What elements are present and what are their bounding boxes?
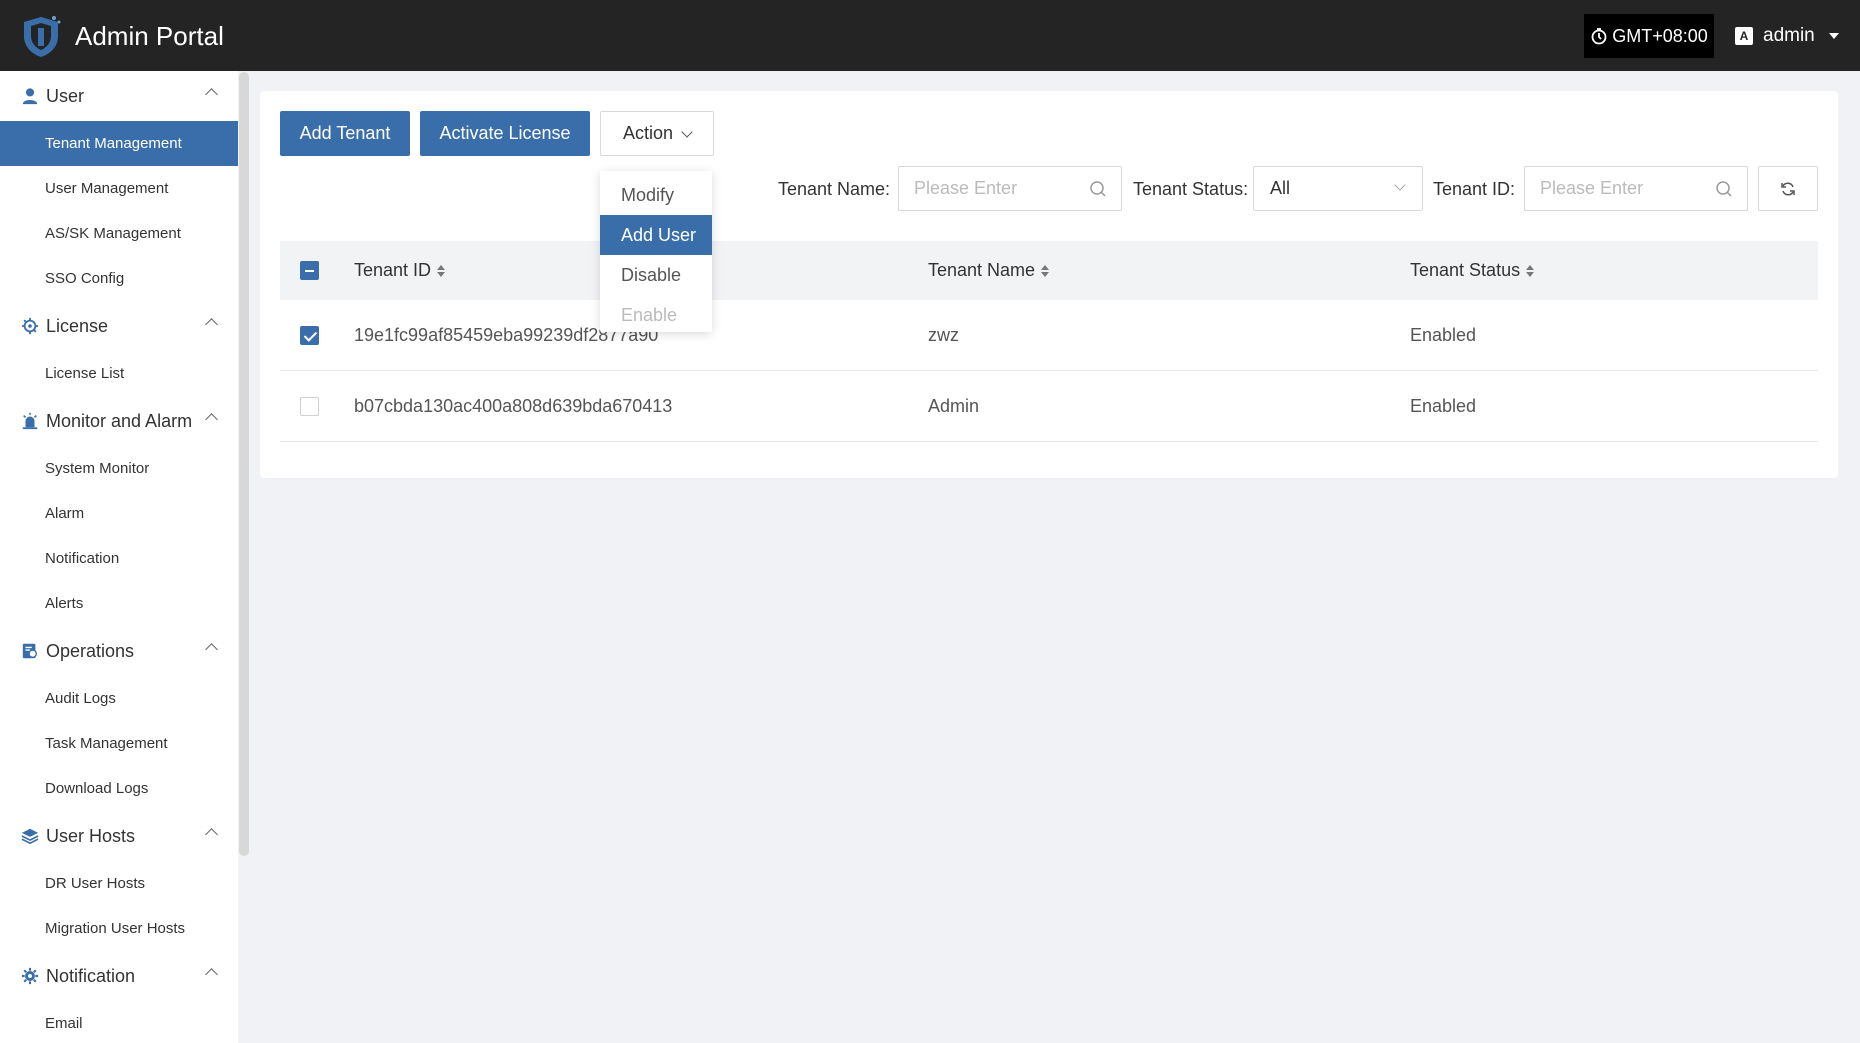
table-row[interactable]: b07cbda130ac400a808d639bda670413 Admin E… (280, 371, 1818, 442)
timezone-label: GMT+08:00 (1612, 25, 1708, 46)
tenant-id-placeholder: Please Enter (1540, 178, 1644, 198)
tenant-name-cell: zwz (928, 324, 959, 345)
refresh-icon (1781, 181, 1795, 196)
tenant-status-label: Tenant Status: (1133, 179, 1249, 199)
action-label: Action (622, 123, 674, 143)
row-checkbox[interactable] (300, 396, 319, 416)
table-row[interactable]: 19e1fc99af85459eba99239df2877a90 zwz Ena… (280, 300, 1818, 371)
sidebar-item-task-management[interactable]: Task Management (0, 721, 238, 766)
gear-icon (20, 966, 40, 986)
tenant-name-label: Tenant Name: (778, 179, 891, 199)
sidebar-item-alarm[interactable]: Alarm (0, 491, 238, 536)
chevron-up-icon[interactable] (205, 828, 218, 841)
tenant-status-select[interactable]: All (1253, 166, 1423, 211)
sidebar-group-monitor-and-alarm[interactable]: Monitor and Alarm (0, 396, 238, 446)
table-header: Tenant ID Tenant Name Tenant Status (280, 241, 1818, 300)
column-label: Tenant Status (1410, 260, 1521, 280)
sidebar-group-label: Monitor and Alarm (46, 410, 193, 431)
sidebar-item-sso-config[interactable]: SSO Config (0, 256, 238, 301)
top-header: Admin Portal GMT+08:00 A admin (0, 0, 1860, 71)
sidebar-group-user-hosts[interactable]: User Hosts (0, 811, 238, 861)
tenant-name-cell: Admin (928, 395, 980, 416)
column-tenant-status[interactable]: Tenant Status (1410, 241, 1535, 300)
refresh-button[interactable] (1758, 166, 1818, 211)
action-menu: Modify Add User Disable Enable (600, 171, 712, 332)
sidebar-group-label: User (46, 85, 85, 106)
sidebar-item-audit-logs[interactable]: Audit Logs (0, 676, 238, 721)
sidebar-group-user[interactable]: User (0, 71, 238, 121)
sidebar-item-notification[interactable]: Notification (0, 536, 238, 581)
row-checkbox[interactable] (300, 325, 319, 345)
sort-icon[interactable] (437, 264, 446, 277)
sidebar-group-notification[interactable]: Notification (0, 951, 238, 1001)
sidebar-group-label: User Hosts (46, 825, 136, 846)
chevron-down-icon (681, 125, 693, 138)
tenant-status-cell: Enabled (1410, 395, 1477, 416)
column-tenant-id[interactable]: Tenant ID (354, 241, 446, 300)
tenant-name-input[interactable]: Please Enter (898, 166, 1122, 211)
add-tenant-button[interactable]: Add Tenant (280, 111, 410, 156)
column-label: Tenant ID (354, 260, 432, 280)
sidebar: User Tenant Management User Management AS/S… (0, 71, 238, 1043)
sort-icon[interactable] (1041, 264, 1050, 277)
sidebar-group-license[interactable]: License (0, 301, 238, 351)
shield-logo-icon (24, 16, 61, 57)
sidebar-item-download-logs[interactable]: Download Logs (0, 766, 238, 811)
sidebar-group-operations[interactable]: Operations (0, 626, 238, 676)
sidebar-item-as-sk-management[interactable]: AS/SK Management (0, 211, 238, 256)
username[interactable]: admin (1763, 25, 1815, 47)
chevron-up-icon[interactable] (205, 643, 218, 656)
alarm-icon (20, 411, 40, 431)
select-all-checkbox[interactable] (300, 261, 319, 280)
column-tenant-name[interactable]: Tenant Name (928, 241, 1050, 300)
user-menu[interactable]: A admin (1735, 14, 1839, 58)
tenant-id-cell: b07cbda130ac400a808d639bda670413 (354, 395, 673, 416)
layers-icon (20, 826, 40, 846)
caret-down-icon[interactable] (1828, 33, 1839, 39)
sidebar-item-license-list[interactable]: License List (0, 351, 238, 396)
menu-item-modify[interactable]: Modify (600, 175, 712, 215)
sidebar-item-dr-user-hosts[interactable]: DR User Hosts (0, 861, 238, 906)
tenant-status-value: All (1270, 178, 1291, 198)
timezone-indicator[interactable]: GMT+08:00 (1584, 14, 1714, 58)
operations-icon (20, 641, 40, 661)
sidebar-item-user-management[interactable]: User Management (0, 166, 238, 211)
search-icon[interactable] (1715, 180, 1733, 198)
license-icon (20, 316, 40, 336)
menu-item-enable: Enable (621, 304, 678, 325)
sidebar-item-email[interactable]: Email (0, 1001, 238, 1043)
sort-icon[interactable] (1526, 264, 1535, 277)
sidebar-group-label: Operations (46, 640, 135, 661)
sidebar-item-alerts[interactable]: Alerts (0, 581, 238, 626)
timer-icon (1591, 28, 1607, 45)
tenant-name-placeholder: Please Enter (914, 178, 1018, 198)
chevron-down-icon (1394, 179, 1406, 191)
column-label: Tenant Name (928, 260, 1036, 280)
sidebar-group-label: Notification (46, 965, 136, 986)
sidebar-item-system-monitor[interactable]: System Monitor (0, 446, 238, 491)
action-dropdown-button[interactable]: Action (600, 111, 714, 156)
app-title: Admin Portal (75, 21, 224, 51)
menu-item-add-user[interactable]: Add User (600, 215, 712, 255)
tenant-status-cell: Enabled (1410, 324, 1477, 345)
tenant-id-input[interactable]: Please Enter (1524, 166, 1748, 211)
user-icon (20, 86, 40, 106)
tenant-id-label: Tenant ID: (1433, 179, 1516, 199)
sidebar-group-label: License (46, 315, 109, 336)
chevron-up-icon[interactable] (205, 968, 218, 981)
sidebar-scrollbar[interactable] (239, 72, 249, 856)
chevron-up-icon[interactable] (205, 413, 218, 426)
chevron-up-icon[interactable] (205, 88, 218, 101)
menu-item-disable[interactable]: Disable (600, 255, 712, 295)
activate-license-button[interactable]: Activate License (420, 111, 590, 156)
search-icon[interactable] (1089, 180, 1107, 198)
sidebar-item-tenant-management[interactable]: Tenant Management (0, 121, 238, 166)
chevron-up-icon[interactable] (205, 318, 218, 331)
sidebar-item-migration-user-hosts[interactable]: Migration User Hosts (0, 906, 238, 951)
language-icon[interactable]: A (1735, 27, 1753, 45)
